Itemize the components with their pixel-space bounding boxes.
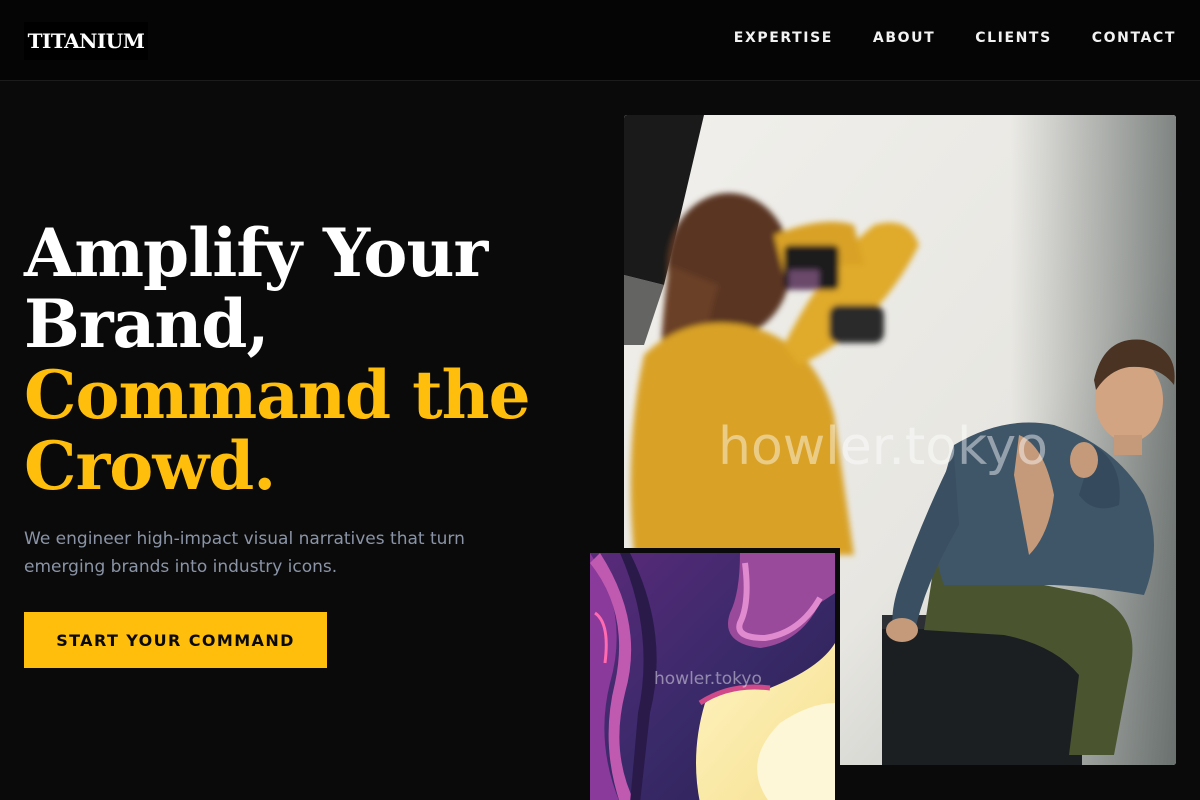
start-command-button[interactable]: START YOUR COMMAND [24,612,327,668]
hero-subtitle: We engineer high-impact visual narrative… [24,529,465,577]
hero-accent-line-1: Command the [24,356,531,434]
hero-title-line-2: Brand, [24,285,269,363]
nav-clients[interactable]: CLIENTS [975,30,1052,46]
nav-contact[interactable]: CONTACT [1092,30,1176,46]
logo[interactable]: TITANIUM [24,22,148,60]
abstract-art-photo: howler.tokyo [585,548,840,800]
nav-about[interactable]: ABOUT [873,30,935,46]
abstract-art-illustration [590,553,835,800]
hero-title-line-1: Amplify Your [24,214,488,292]
hero-accent-line-2: Crowd. [24,427,276,505]
hero-title: Amplify Your Brand, Command the Crowd. [24,218,584,502]
nav-expertise[interactable]: EXPERTISE [734,30,833,46]
site-header: TITANIUM EXPERTISE ABOUT CLIENTS CONTACT [0,0,1200,81]
main-nav: EXPERTISE ABOUT CLIENTS CONTACT [734,30,1176,46]
